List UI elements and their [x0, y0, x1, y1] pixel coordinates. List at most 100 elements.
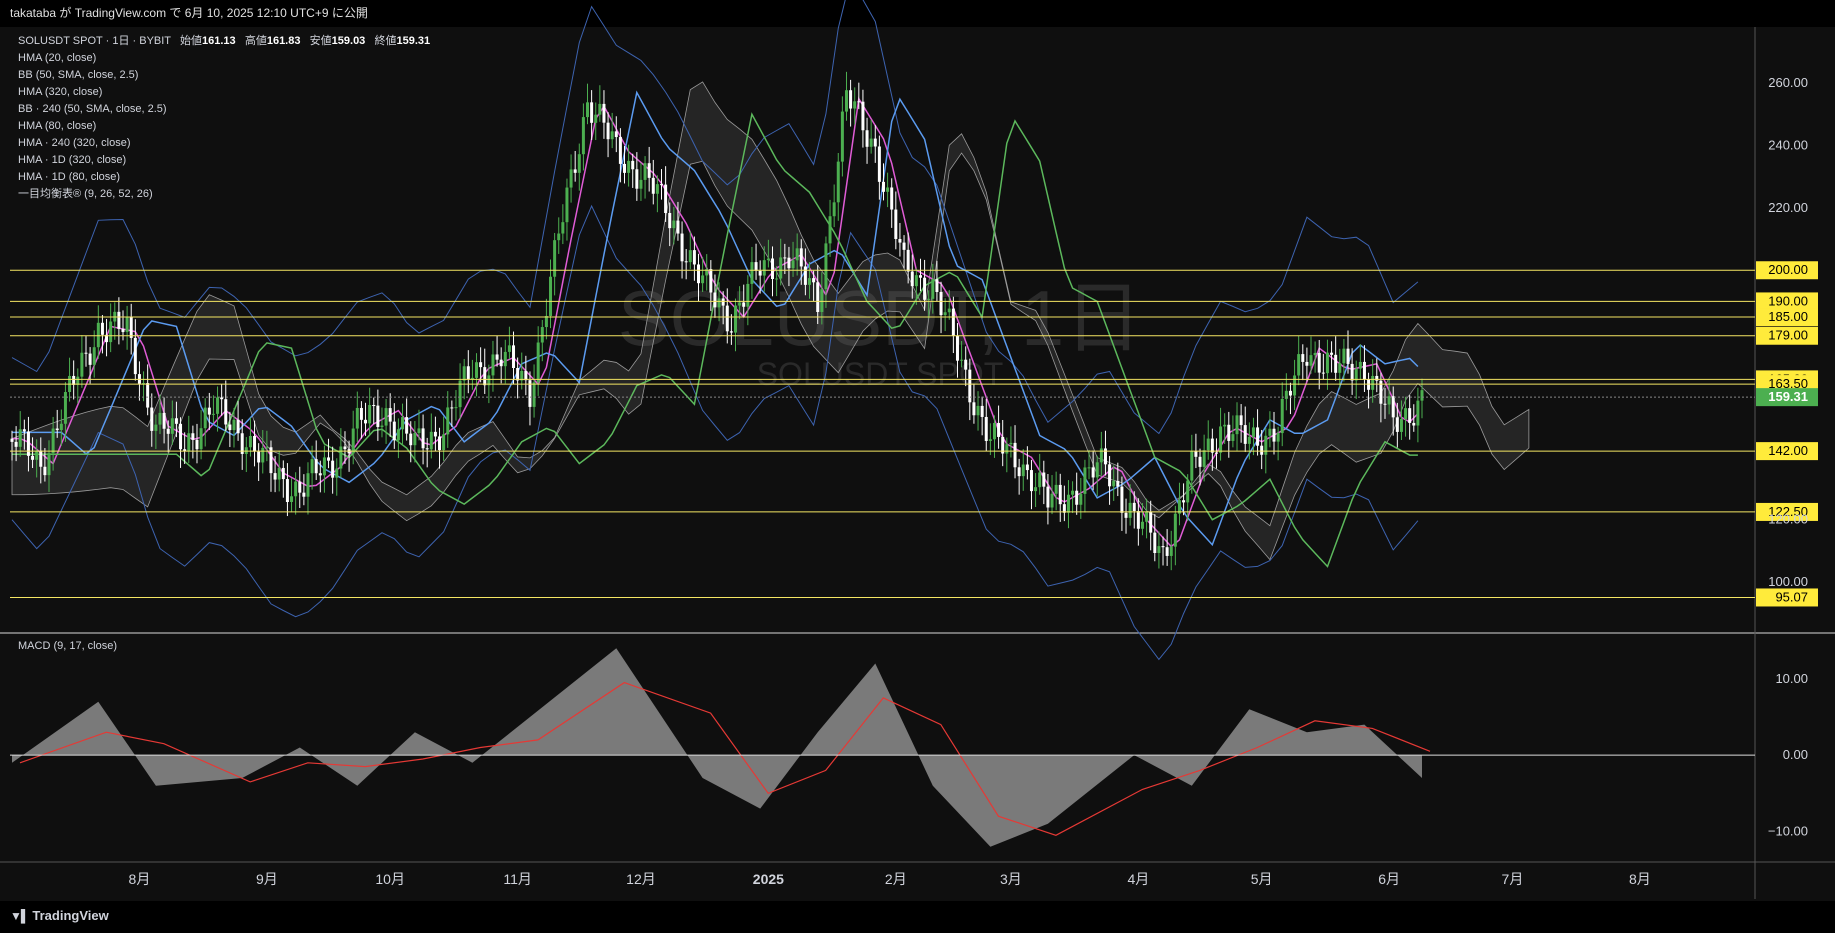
candle-body[interactable] — [1342, 348, 1346, 364]
candle-body[interactable] — [1005, 444, 1009, 454]
candle-body[interactable] — [840, 111, 844, 162]
candle-body[interactable] — [429, 431, 433, 450]
candle-body[interactable] — [503, 351, 507, 367]
candle-body[interactable] — [290, 496, 294, 503]
candle-body[interactable] — [857, 101, 861, 103]
candle-body[interactable] — [211, 413, 215, 415]
candle-body[interactable] — [849, 90, 853, 109]
candle-body[interactable] — [479, 362, 483, 368]
candle-body[interactable] — [1017, 467, 1021, 477]
candle-body[interactable] — [565, 187, 569, 223]
candle-body[interactable] — [35, 450, 39, 460]
candle-body[interactable] — [47, 453, 51, 476]
candle-body[interactable] — [581, 117, 585, 155]
candle-body[interactable] — [1071, 490, 1075, 495]
candle-body[interactable] — [236, 419, 240, 434]
candle-body[interactable] — [1358, 361, 1362, 369]
candle-body[interactable] — [992, 422, 996, 440]
candle-body[interactable] — [1383, 403, 1387, 405]
candle-body[interactable] — [1169, 546, 1173, 556]
candle-body[interactable] — [1083, 467, 1087, 494]
candle-body[interactable] — [1034, 487, 1038, 492]
candle-body[interactable] — [1284, 390, 1288, 399]
candle-body[interactable] — [425, 448, 429, 450]
candle-body[interactable] — [1354, 368, 1358, 381]
candle-body[interactable] — [1247, 436, 1251, 444]
candle-body[interactable] — [121, 328, 125, 333]
candle-body[interactable] — [1346, 348, 1350, 364]
indicator-legend-item[interactable]: HMA · 1D (320, close) — [18, 152, 430, 169]
candle-body[interactable] — [947, 308, 951, 313]
candle-body[interactable] — [1050, 493, 1054, 508]
candle-body[interactable] — [1079, 493, 1083, 505]
candle-body[interactable] — [680, 233, 684, 262]
candle-body[interactable] — [1112, 480, 1116, 487]
candle-body[interactable] — [598, 103, 602, 115]
candle-body[interactable] — [569, 169, 573, 188]
indicator-legend-item[interactable]: HMA (20, close) — [18, 50, 430, 67]
candle-body[interactable] — [1075, 490, 1079, 505]
candle-body[interactable] — [733, 305, 737, 333]
candle-body[interactable] — [384, 408, 388, 426]
candle-body[interactable] — [1099, 448, 1103, 463]
candle-body[interactable] — [1190, 451, 1194, 481]
candle-body[interactable] — [191, 433, 195, 440]
candle-body[interactable] — [331, 460, 335, 478]
candle-body[interactable] — [836, 161, 840, 203]
candle-body[interactable] — [438, 436, 442, 451]
candle-body[interactable] — [1042, 472, 1046, 487]
candle-body[interactable] — [1305, 361, 1309, 366]
candle-body[interactable] — [475, 362, 479, 378]
candle-body[interactable] — [553, 240, 557, 277]
candle-body[interactable] — [1025, 464, 1029, 471]
candle-body[interactable] — [1309, 355, 1313, 366]
candle-body[interactable] — [512, 345, 516, 369]
candle-body[interactable] — [39, 450, 43, 467]
candle-body[interactable] — [1206, 438, 1210, 451]
candle-body[interactable] — [935, 279, 939, 293]
candle-body[interactable] — [80, 352, 84, 377]
candle-body[interactable] — [199, 428, 203, 450]
candle-body[interactable] — [577, 154, 581, 173]
candle-body[interactable] — [594, 114, 598, 123]
candle-body[interactable] — [750, 262, 754, 284]
candle-body[interactable] — [43, 466, 47, 476]
candle-body[interactable] — [401, 417, 405, 430]
candle-body[interactable] — [1132, 502, 1136, 512]
candle-body[interactable] — [742, 302, 746, 307]
candle-body[interactable] — [417, 428, 421, 434]
candle-body[interactable] — [154, 424, 158, 431]
candle-body[interactable] — [166, 428, 170, 434]
candle-body[interactable] — [327, 457, 331, 461]
candle-body[interactable] — [955, 335, 959, 361]
candle-body[interactable] — [1038, 472, 1042, 488]
candle-body[interactable] — [672, 220, 676, 229]
symbol-line[interactable]: SOLUSDT SPOT · 1日 · BYBIT 始値161.13 高値161… — [18, 33, 430, 50]
candle-body[interactable] — [96, 322, 100, 348]
candle-body[interactable] — [31, 455, 35, 460]
candle-body[interactable] — [861, 101, 865, 131]
candle-body[interactable] — [927, 298, 931, 300]
candle-body[interactable] — [364, 419, 368, 424]
candle-body[interactable] — [1124, 512, 1128, 518]
candle-body[interactable] — [873, 138, 877, 147]
candle-body[interactable] — [339, 446, 343, 469]
candle-body[interactable] — [22, 429, 26, 432]
candle-body[interactable] — [421, 428, 425, 449]
candle-body[interactable] — [1313, 352, 1317, 356]
candle-body[interactable] — [1029, 470, 1033, 492]
candle-body[interactable] — [1165, 547, 1169, 556]
candle-body[interactable] — [392, 421, 396, 441]
candle-body[interactable] — [1239, 415, 1243, 426]
candle-body[interactable] — [1408, 408, 1412, 423]
candle-body[interactable] — [351, 428, 355, 454]
candle-body[interactable] — [877, 146, 881, 182]
candle-body[interactable] — [1108, 464, 1112, 487]
candle-body[interactable] — [10, 438, 14, 442]
candle-body[interactable] — [828, 216, 832, 244]
candle-body[interactable] — [109, 321, 113, 343]
candle-body[interactable] — [1404, 408, 1408, 420]
candle-body[interactable] — [483, 367, 487, 386]
candle-body[interactable] — [984, 416, 988, 441]
candle-body[interactable] — [881, 181, 885, 192]
